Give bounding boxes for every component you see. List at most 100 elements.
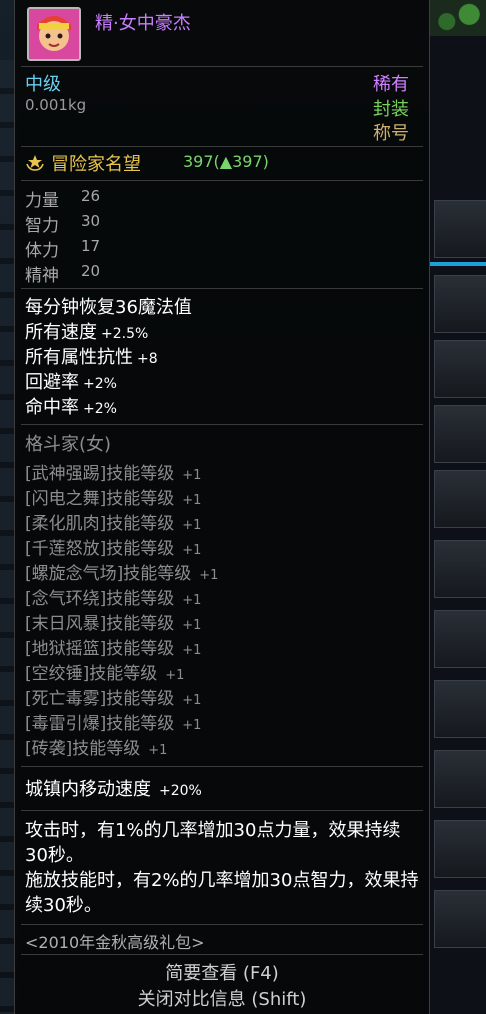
background-slot <box>434 405 486 463</box>
town-speed-label: 城镇内移动速度 <box>25 779 151 800</box>
stat-row: 智力 30 <box>25 211 100 236</box>
stat-value: 17 <box>81 237 101 255</box>
divider <box>21 424 423 425</box>
background-slot <box>434 340 486 398</box>
background-slot <box>434 680 486 738</box>
item-sealed-status: 封装 <box>373 99 409 120</box>
skill-value: +1 <box>182 493 202 508</box>
divider <box>21 766 423 767</box>
effect-value: +2.5% <box>101 326 149 342</box>
skill-row: [末日风暴]技能等级 +1 <box>25 609 201 634</box>
skill-name: [死亡毒雾]技能等级 <box>25 689 175 709</box>
stat-value: 30 <box>81 212 101 230</box>
background-accent-bar <box>430 262 486 266</box>
divider <box>21 180 423 181</box>
background-slot <box>434 470 486 528</box>
town-speed-row: 城镇内移动速度 +20% <box>25 775 202 801</box>
item-title: 精·女中豪杰 <box>95 13 191 34</box>
skill-value: +1 <box>182 543 202 558</box>
stat-name: 智力 <box>25 216 59 236</box>
divider <box>21 288 423 289</box>
skill-name: [闪电之舞]技能等级 <box>25 489 175 509</box>
effect-name: 回避率 <box>25 372 79 393</box>
foliage-decoration <box>430 0 486 36</box>
effect-value: +8 <box>137 351 158 367</box>
background-slot <box>434 540 486 598</box>
skill-row: [武神强踢]技能等级 +1 <box>25 459 201 484</box>
skill-row: [空绞锤]技能等级 +1 <box>25 659 184 684</box>
skill-value: +1 <box>182 593 202 608</box>
background-slot <box>434 820 486 878</box>
item-source: <2010年金秋高级礼包> <box>25 933 205 952</box>
skill-value: +1 <box>165 668 185 683</box>
skill-name: [螺旋念气场]技能等级 <box>25 564 192 584</box>
divider <box>21 146 423 147</box>
skill-row: [闪电之舞]技能等级 +1 <box>25 484 201 509</box>
skill-name: [毒雷引爆]技能等级 <box>25 714 175 734</box>
background-slot <box>434 610 486 668</box>
proc-effect-text: 施放技能时，有2%的几率增加30点智力，效果持续30秒。 <box>25 870 419 916</box>
laurel-icon <box>25 152 45 172</box>
background-slot <box>434 275 486 333</box>
skill-name: [地狱摇篮]技能等级 <box>25 639 175 659</box>
close-compare-hint[interactable]: 关闭对比信息 (Shift) <box>15 985 429 1011</box>
stat-name: 力量 <box>25 191 59 211</box>
skill-name: [念气环绕]技能等级 <box>25 589 175 609</box>
skill-name: [空绞锤]技能等级 <box>25 664 158 684</box>
stat-row: 精神 20 <box>25 261 100 286</box>
effect-row: 命中率 +2% <box>25 393 117 419</box>
reputation-value: 397(▲397) <box>183 152 269 171</box>
skill-value: +1 <box>148 743 168 758</box>
title-portrait-icon <box>27 7 81 61</box>
proc-effect-text: 攻击时，有1%的几率增加30点力量，效果持续30秒。 <box>25 820 401 866</box>
effect-row: 所有属性抗性 +8 <box>25 343 158 369</box>
stat-name: 体力 <box>25 241 59 261</box>
background-slot <box>434 890 486 948</box>
skill-name: [千莲怒放]技能等级 <box>25 539 175 559</box>
brief-view-hint[interactable]: 简要查看 (F4) <box>15 959 429 985</box>
stat-value: 26 <box>81 187 101 205</box>
skill-name: [砖袭]技能等级 <box>25 739 141 759</box>
skill-value: +1 <box>182 718 202 733</box>
skill-value: +1 <box>182 618 202 633</box>
item-grade: 中级 <box>25 74 61 95</box>
stat-row: 体力 17 <box>25 236 100 261</box>
background-slot <box>434 200 486 258</box>
effect-value: +2% <box>83 401 117 417</box>
skill-row: [砖袭]技能等级 +1 <box>25 734 167 759</box>
item-tooltip: 精·女中豪杰 中级 0.001kg 稀有 封装 称号 冒险家名望 397(▲39… <box>14 0 430 1014</box>
skill-row: [念气环绕]技能等级 +1 <box>25 584 201 609</box>
stat-name: 精神 <box>25 266 59 286</box>
divider <box>21 66 423 67</box>
effect-name: 每分钟恢复36魔法值 <box>25 297 192 318</box>
skill-row: [毒雷引爆]技能等级 +1 <box>25 709 201 734</box>
effect-name: 所有属性抗性 <box>25 347 133 368</box>
skill-row: [地狱摇篮]技能等级 +1 <box>25 634 201 659</box>
skill-row: [死亡毒雾]技能等级 +1 <box>25 684 201 709</box>
skill-value: +1 <box>182 643 202 658</box>
effect-name: 所有速度 <box>25 322 97 343</box>
item-type: 称号 <box>373 123 409 144</box>
effect-row: 所有速度 +2.5% <box>25 318 148 344</box>
class-name: 格斗家(女) <box>25 434 112 455</box>
skill-row: [千莲怒放]技能等级 +1 <box>25 534 201 559</box>
stat-row: 力量 26 <box>25 186 100 211</box>
effect-value: +2% <box>83 376 117 392</box>
skill-name: [末日风暴]技能等级 <box>25 614 175 634</box>
item-rarity: 稀有 <box>373 74 409 95</box>
item-weight: 0.001kg <box>25 96 87 114</box>
divider <box>21 954 423 955</box>
skill-value: +1 <box>182 693 202 708</box>
skill-value: +1 <box>182 468 202 483</box>
town-speed-value: +20% <box>159 783 202 799</box>
divider <box>21 810 423 811</box>
reputation-label: 冒险家名望 <box>51 154 141 175</box>
effect-row: 每分钟恢复36魔法值 <box>25 293 196 319</box>
skill-value: +1 <box>182 518 202 533</box>
effect-name: 命中率 <box>25 397 79 418</box>
skill-row: [柔化肌肉]技能等级 +1 <box>25 509 201 534</box>
skill-value: +1 <box>199 568 219 583</box>
divider <box>21 924 423 925</box>
skill-name: [柔化肌肉]技能等级 <box>25 514 175 534</box>
skill-name: [武神强踢]技能等级 <box>25 464 175 484</box>
